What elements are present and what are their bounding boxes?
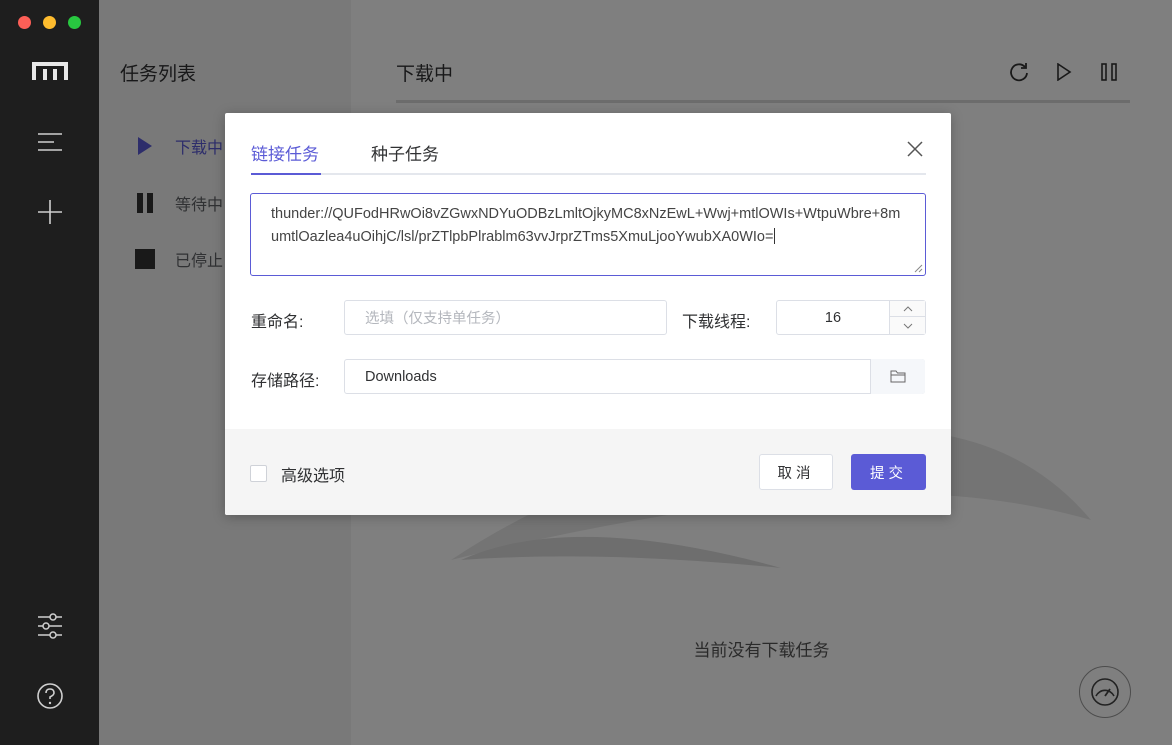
list-icon[interactable] xyxy=(32,124,68,160)
uri-textarea[interactable]: thunder://QUFodHRwOi8vZGwxNDYuODBzLmltOj… xyxy=(250,193,926,276)
advanced-label[interactable]: 高级选项 xyxy=(281,462,345,486)
rename-input[interactable]: 选填（仅支持单任务） xyxy=(344,300,667,335)
chevron-down-icon[interactable] xyxy=(890,318,925,334)
threads-stepper[interactable]: 16 xyxy=(776,300,926,335)
minimize-window-button[interactable] xyxy=(43,16,56,29)
cancel-button[interactable]: 取消 xyxy=(759,454,833,490)
maximize-window-button[interactable] xyxy=(68,16,81,29)
close-window-button[interactable] xyxy=(18,16,31,29)
dialog-footer: 高级选项 取消 提交 xyxy=(225,429,951,515)
tab-rail xyxy=(251,173,926,175)
advanced-checkbox[interactable] xyxy=(250,465,267,482)
plus-icon[interactable] xyxy=(32,194,68,230)
sliders-icon[interactable] xyxy=(32,608,68,644)
close-icon[interactable] xyxy=(905,139,925,159)
uri-text: thunder://QUFodHRwOi8vZGwxNDYuODBzLmltOj… xyxy=(271,206,901,245)
threads-value[interactable]: 16 xyxy=(777,301,889,334)
path-input[interactable]: Downloads xyxy=(344,359,925,394)
add-task-dialog: 链接任务 种子任务 thunder://QUFodHRwOi8vZGwxNDYu… xyxy=(225,113,951,515)
folder-icon[interactable] xyxy=(870,359,925,394)
text-caret xyxy=(774,228,776,244)
path-label: 存储路径: xyxy=(251,373,320,390)
submit-button[interactable]: 提交 xyxy=(851,454,926,490)
help-icon[interactable] xyxy=(32,678,68,714)
stepper-arrows xyxy=(889,301,925,334)
resize-grip-icon[interactable] xyxy=(913,263,923,273)
tab-uri-task[interactable]: 链接任务 xyxy=(251,140,319,176)
app-sidebar xyxy=(0,0,99,745)
tab-active-indicator xyxy=(251,173,321,175)
path-value: Downloads xyxy=(365,368,437,385)
tab-torrent-task[interactable]: 种子任务 xyxy=(371,140,439,176)
m-logo-icon xyxy=(32,53,68,89)
rename-label: 重命名: xyxy=(251,314,304,331)
threads-label: 下载线程: xyxy=(682,314,751,331)
chevron-up-icon[interactable] xyxy=(890,301,925,317)
